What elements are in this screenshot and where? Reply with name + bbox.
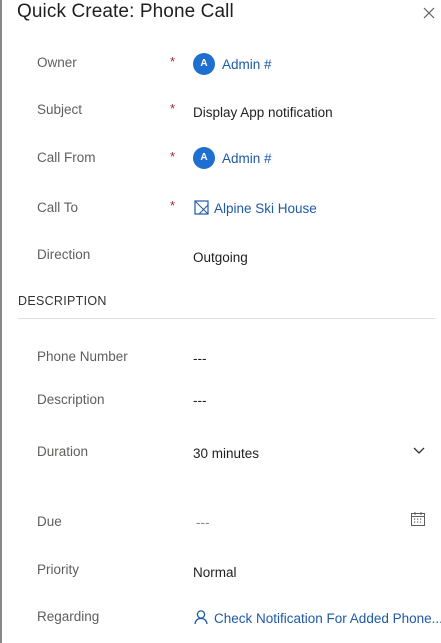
field-due: Due --- (0, 508, 441, 538)
description-input[interactable]: --- (193, 393, 207, 408)
required-marker: * (170, 149, 176, 164)
field-call-to: Call To * Alpine Ski House (0, 194, 441, 224)
close-icon[interactable] (420, 4, 438, 22)
required-marker: * (170, 198, 176, 213)
field-phone-number: Phone Number --- (0, 344, 441, 374)
direction-label: Direction (37, 247, 91, 262)
person-icon (194, 610, 208, 625)
due-label: Due (37, 514, 62, 529)
due-date-input[interactable]: --- (196, 515, 210, 530)
quick-create-header: Quick Create: Phone Call (0, 0, 441, 30)
field-direction: Direction Outgoing (0, 242, 441, 272)
priority-value[interactable]: Normal (193, 565, 237, 580)
field-owner: Owner * A Admin # (0, 50, 441, 80)
description-label: Description (37, 392, 105, 407)
field-regarding: Regarding Check Notification For Added P… (0, 603, 441, 633)
call-to-link[interactable]: Alpine Ski House (214, 201, 317, 216)
field-call-from: Call From * A Admin # (0, 145, 441, 175)
call-from-link[interactable]: Admin # (222, 151, 272, 166)
subject-label: Subject (37, 102, 83, 117)
subject-input[interactable]: Display App notification (193, 105, 333, 120)
priority-label: Priority (37, 562, 80, 577)
duration-select[interactable]: 30 minutes (193, 446, 259, 461)
calendar-icon[interactable] (410, 511, 426, 527)
field-duration[interactable]: Duration 30 minutes (0, 438, 441, 468)
section-title: DESCRIPTION (18, 294, 107, 308)
field-priority: Priority Normal (0, 556, 441, 586)
owner-label: Owner (37, 55, 77, 70)
field-subject: Subject * Display App notification (0, 97, 441, 127)
required-marker: * (170, 54, 176, 69)
page-title: Quick Create: Phone Call (17, 1, 234, 22)
field-description: Description --- (0, 386, 441, 416)
regarding-label: Regarding (37, 609, 100, 624)
call-to-label: Call To (37, 200, 79, 215)
owner-link[interactable]: Admin # (222, 57, 272, 72)
section-divider (18, 318, 435, 319)
phone-number-label: Phone Number (37, 349, 128, 364)
required-marker: * (170, 101, 176, 116)
duration-label: Duration (37, 444, 89, 459)
phone-number-input[interactable]: --- (193, 351, 207, 366)
call-from-label: Call From (37, 150, 96, 165)
owner-avatar: A (193, 53, 215, 75)
direction-value[interactable]: Outgoing (193, 250, 248, 265)
regarding-link[interactable]: Check Notification For Added Phone... (214, 611, 441, 626)
call-from-avatar: A (193, 147, 215, 169)
account-icon (194, 200, 209, 215)
chevron-down-icon[interactable] (412, 446, 426, 456)
